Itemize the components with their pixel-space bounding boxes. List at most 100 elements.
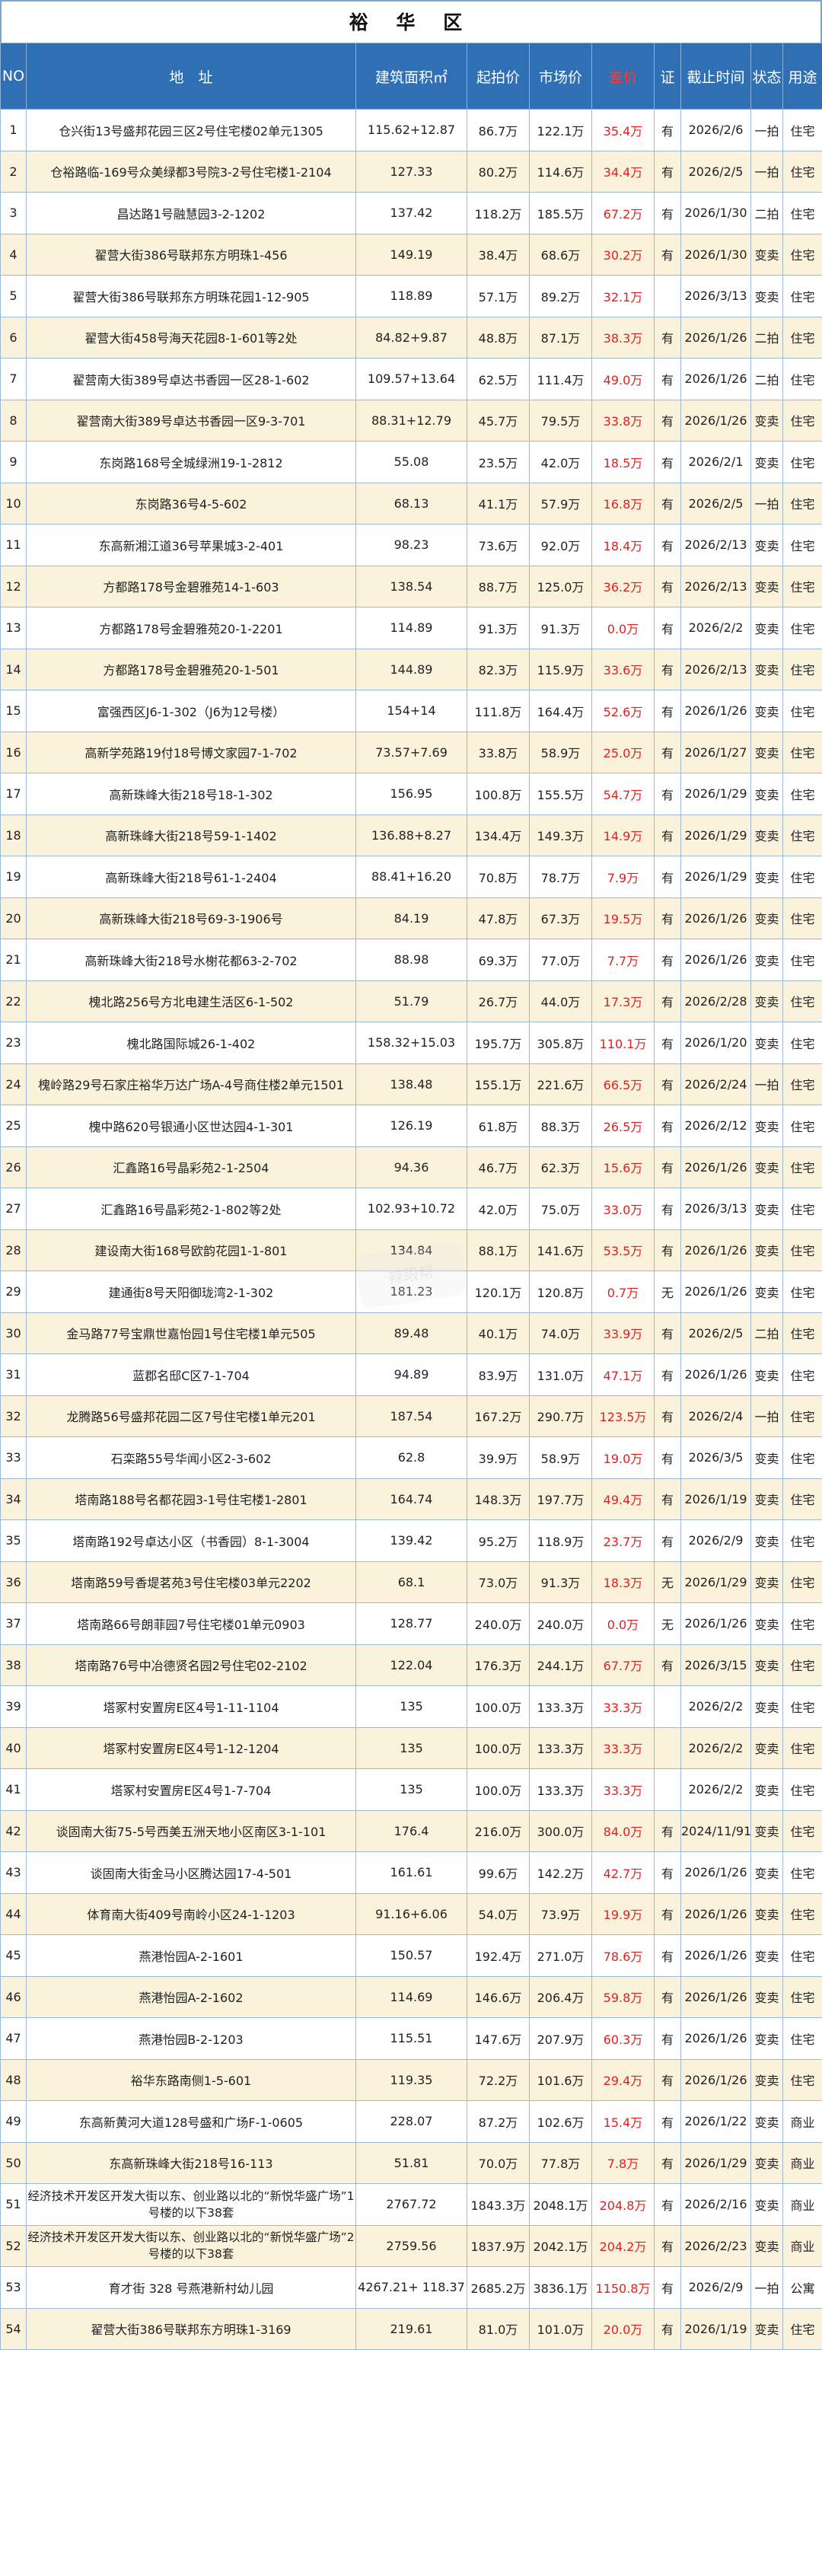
row-address: 体育南大街409号南岭小区24-1-1203 xyxy=(26,1892,356,1935)
row-use: 住宅 xyxy=(782,1146,822,1188)
row-deadline: 2026/1/26 xyxy=(680,1353,751,1396)
row-diff: 38.3万 xyxy=(591,316,655,359)
row-no: 38 xyxy=(0,1643,27,1686)
row-start-price: 95.2万 xyxy=(467,1519,530,1562)
row-deadline: 2026/1/26 xyxy=(680,2058,751,2101)
row-diff: 33.6万 xyxy=(591,648,655,690)
row-market-price: 44.0万 xyxy=(529,980,592,1022)
row-status: 变卖 xyxy=(750,399,783,442)
row-deadline: 2026/1/26 xyxy=(680,1975,751,2018)
row-status: 变卖 xyxy=(750,1726,783,1769)
row-use: 住宅 xyxy=(782,2058,822,2101)
row-deadline: 2026/2/13 xyxy=(680,648,751,690)
row-no: 4 xyxy=(0,233,27,276)
row-status: 变卖 xyxy=(750,524,783,566)
row-cert: 有 xyxy=(654,358,681,400)
row-diff: 14.9万 xyxy=(591,814,655,856)
row-start-price: 42.0万 xyxy=(467,1188,530,1230)
row-deadline: 2026/1/26 xyxy=(680,690,751,732)
row-status: 变卖 xyxy=(750,607,783,649)
row-area: 119.35 xyxy=(355,2058,467,2101)
row-area: 84.19 xyxy=(355,897,467,939)
row-use: 住宅 xyxy=(782,399,822,442)
row-area: 139.42 xyxy=(355,1519,467,1562)
row-address: 东高新湘江道36号苹果城3-2-401 xyxy=(26,524,356,566)
row-address: 方都路178号金碧雅苑20-1-501 xyxy=(26,648,356,690)
row-use: 住宅 xyxy=(782,275,822,317)
table-row: 8 翟营南大街389号卓达书香园一区9-3-701 88.31+12.79 45.7万… xyxy=(0,399,822,442)
row-status: 变卖 xyxy=(750,1809,783,1852)
header-market-price: 市场价 xyxy=(529,43,592,110)
row-market-price: 2048.1万 xyxy=(529,2183,592,2226)
row-market-price: 2042.1万 xyxy=(529,2224,592,2267)
row-address: 塔南路59号香堤茗苑3号住宅楼03单元2202 xyxy=(26,1561,356,1603)
row-status: 变卖 xyxy=(750,648,783,690)
row-start-price: 48.8万 xyxy=(467,316,530,359)
row-deadline: 2026/2/2 xyxy=(680,1726,751,1769)
row-market-price: 58.9万 xyxy=(529,731,592,773)
table-row: 34 塔南路188号名都花园3-1号住宅楼1-2801 164.74 148.3万 19… xyxy=(0,1478,822,1520)
row-address: 汇鑫路16号晶彩苑2-1-802等2处 xyxy=(26,1188,356,1230)
row-area: 149.19 xyxy=(355,233,467,276)
row-no: 9 xyxy=(0,441,27,483)
row-area: 84.82+9.87 xyxy=(355,316,467,359)
row-use: 住宅 xyxy=(782,856,822,898)
row-area: 115.62+12.87 xyxy=(355,109,467,151)
row-use: 住宅 xyxy=(782,1851,822,1894)
row-no: 42 xyxy=(0,1809,27,1852)
row-no: 20 xyxy=(0,897,27,939)
table-row: 52 经济技术开发区开发大街以东、创业路以北的“新悦华盛广场”2号楼的以下38套 2… xyxy=(0,2224,822,2267)
row-diff: 0.0万 xyxy=(591,1602,655,1645)
row-use: 住宅 xyxy=(782,1726,822,1769)
row-use: 住宅 xyxy=(782,1892,822,1935)
row-use: 住宅 xyxy=(782,524,822,566)
row-start-price: 111.8万 xyxy=(467,690,530,732)
table-row: 31 蓝郡名邸C区7-1-704 94.89 83.9万 131.0万 47.1万有 202… xyxy=(0,1353,822,1396)
row-no: 47 xyxy=(0,2017,27,2060)
row-market-price: 221.6万 xyxy=(529,1063,592,1105)
row-market-price: 3836.1万 xyxy=(529,2266,592,2309)
row-area: 161.61 xyxy=(355,1851,467,1894)
row-deadline: 2026/2/6 xyxy=(680,109,751,151)
row-address: 谈固南大街75-5号西美五洲天地小区南区3-1-101 xyxy=(26,1809,356,1852)
row-no: 23 xyxy=(0,1022,27,1064)
auction-table: NO 地 址 建筑面积㎡ 起拍价 市场价 差价 证 截止时间 状态 用途 1 仓兴… xyxy=(0,43,822,2350)
row-no: 52 xyxy=(0,2224,27,2267)
row-cert: 无 xyxy=(654,1561,681,1603)
table-row: 33 石栾路55号华闻小区2-3-602 62.8 39.9万 58.9万 19.0万有 2… xyxy=(0,1436,822,1479)
row-diff: 19.5万 xyxy=(591,897,655,939)
row-cert: 有 xyxy=(654,1975,681,2018)
row-area: 156.95 xyxy=(355,773,467,815)
row-diff: 52.6万 xyxy=(591,690,655,732)
row-use: 住宅 xyxy=(782,1395,822,1437)
row-diff: 33.8万 xyxy=(591,399,655,442)
row-diff: 78.6万 xyxy=(591,1934,655,1977)
row-area: 2767.72 xyxy=(355,2183,467,2226)
table-row: 44 体育南大街409号南岭小区24-1-1203 91.16+6.06 54.0万 7… xyxy=(0,1892,822,1935)
row-diff: 32.1万 xyxy=(591,275,655,317)
table-row: 10 东岗路36号4-5-602 68.13 41.1万 57.9万 16.8万有 2026… xyxy=(0,482,822,524)
table-row: 24 槐岭路29号石家庄裕华万达广场A-4号商住楼2单元1501 138.48 155… xyxy=(0,1063,822,1105)
table-row: 2 仓裕路临-169号众美绿都3号院3-2号住宅楼1-2104 127.33 80.2… xyxy=(0,150,822,193)
row-area: 164.74 xyxy=(355,1478,467,1520)
row-deadline: 2026/1/26 xyxy=(680,1892,751,1935)
row-market-price: 155.5万 xyxy=(529,773,592,815)
row-area: 109.57+13.64 xyxy=(355,358,467,400)
row-address: 高新珠峰大街218号18-1-302 xyxy=(26,773,356,815)
row-cert: 有 xyxy=(654,109,681,151)
row-start-price: 240.0万 xyxy=(467,1602,530,1645)
row-cert xyxy=(654,1768,681,1811)
row-status: 二拍 xyxy=(750,316,783,359)
header-start-price: 起拍价 xyxy=(467,43,530,110)
row-deadline: 2026/1/29 xyxy=(680,814,751,856)
table-row: 35 塔南路192号卓达小区（书香园）8-1-3004 139.42 95.2万 118… xyxy=(0,1519,822,1562)
row-use: 住宅 xyxy=(782,1768,822,1811)
row-market-price: 77.0万 xyxy=(529,939,592,981)
row-no: 25 xyxy=(0,1105,27,1147)
table-row: 21 高新珠峰大街218号水榭花都63-2-702 88.98 69.3万 77.0万 7… xyxy=(0,939,822,981)
row-deadline: 2026/1/19 xyxy=(680,1478,751,1520)
header-status: 状态 xyxy=(750,43,783,110)
row-market-price: 141.6万 xyxy=(529,1229,592,1271)
row-use: 住宅 xyxy=(782,690,822,732)
row-use: 住宅 xyxy=(782,1602,822,1645)
